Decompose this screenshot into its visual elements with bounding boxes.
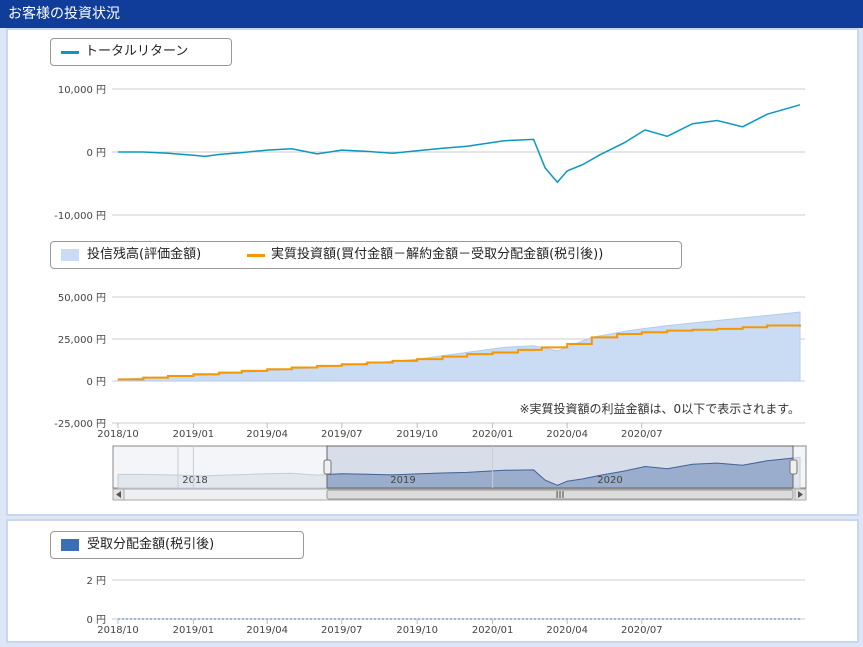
balance-x-tick: 2020/04 (546, 429, 588, 440)
balance-x-tick: 2019/01 (173, 429, 215, 440)
return-series-line (118, 104, 801, 184)
navigator-drag-handle[interactable] (789, 459, 798, 475)
note-text: ※実質投資額の利益金額は、0以下で表示されます。 (520, 401, 801, 416)
navigator-year-label: 2018 (182, 475, 207, 486)
balance-x-tick: 2019/10 (396, 429, 438, 440)
scrollbar-grip-icon: III (556, 490, 565, 501)
return-y-tick: 0 円 (86, 148, 106, 159)
balance-y-tick: 25,000 円 (58, 335, 106, 346)
dividend-x-tick: 2018/10 (97, 625, 139, 636)
return-y-tick: -10,000 円 (54, 211, 106, 222)
balance-area (117, 311, 801, 382)
dividend-x-tick: 2020/07 (621, 625, 663, 636)
return-y-tick: 10,000 円 (58, 85, 106, 96)
navigator-year-label: 2020 (597, 475, 622, 486)
balance-y-tick: 0 円 (86, 377, 106, 388)
navigator-year-label: 2019 (390, 475, 415, 486)
dividend-x-tick: 2020/04 (546, 625, 588, 636)
balance-x-tick: 2020/01 (472, 429, 514, 440)
balance-x-tick: 2019/04 (246, 429, 288, 440)
dividend-x-tick: 2019/10 (396, 625, 438, 636)
navigator-drag-handle[interactable] (323, 459, 332, 475)
balance-x-tick: 2019/07 (321, 429, 363, 440)
balance-x-tick: 2018/10 (97, 429, 139, 440)
dividend-x-tick: 2019/04 (246, 625, 288, 636)
dividend-x-tick: 2019/01 (173, 625, 215, 636)
charts-canvas: 10,000 円0 円-10,000 円50,000 円25,000 円0 円-… (54, 85, 807, 636)
dividend-y-tick: 2 円 (86, 576, 106, 587)
balance-y-tick: 50,000 円 (58, 293, 106, 304)
dividend-x-tick: 2019/07 (321, 625, 363, 636)
balance-x-tick: 2020/07 (621, 429, 663, 440)
dividend-x-tick: 2020/01 (472, 625, 514, 636)
